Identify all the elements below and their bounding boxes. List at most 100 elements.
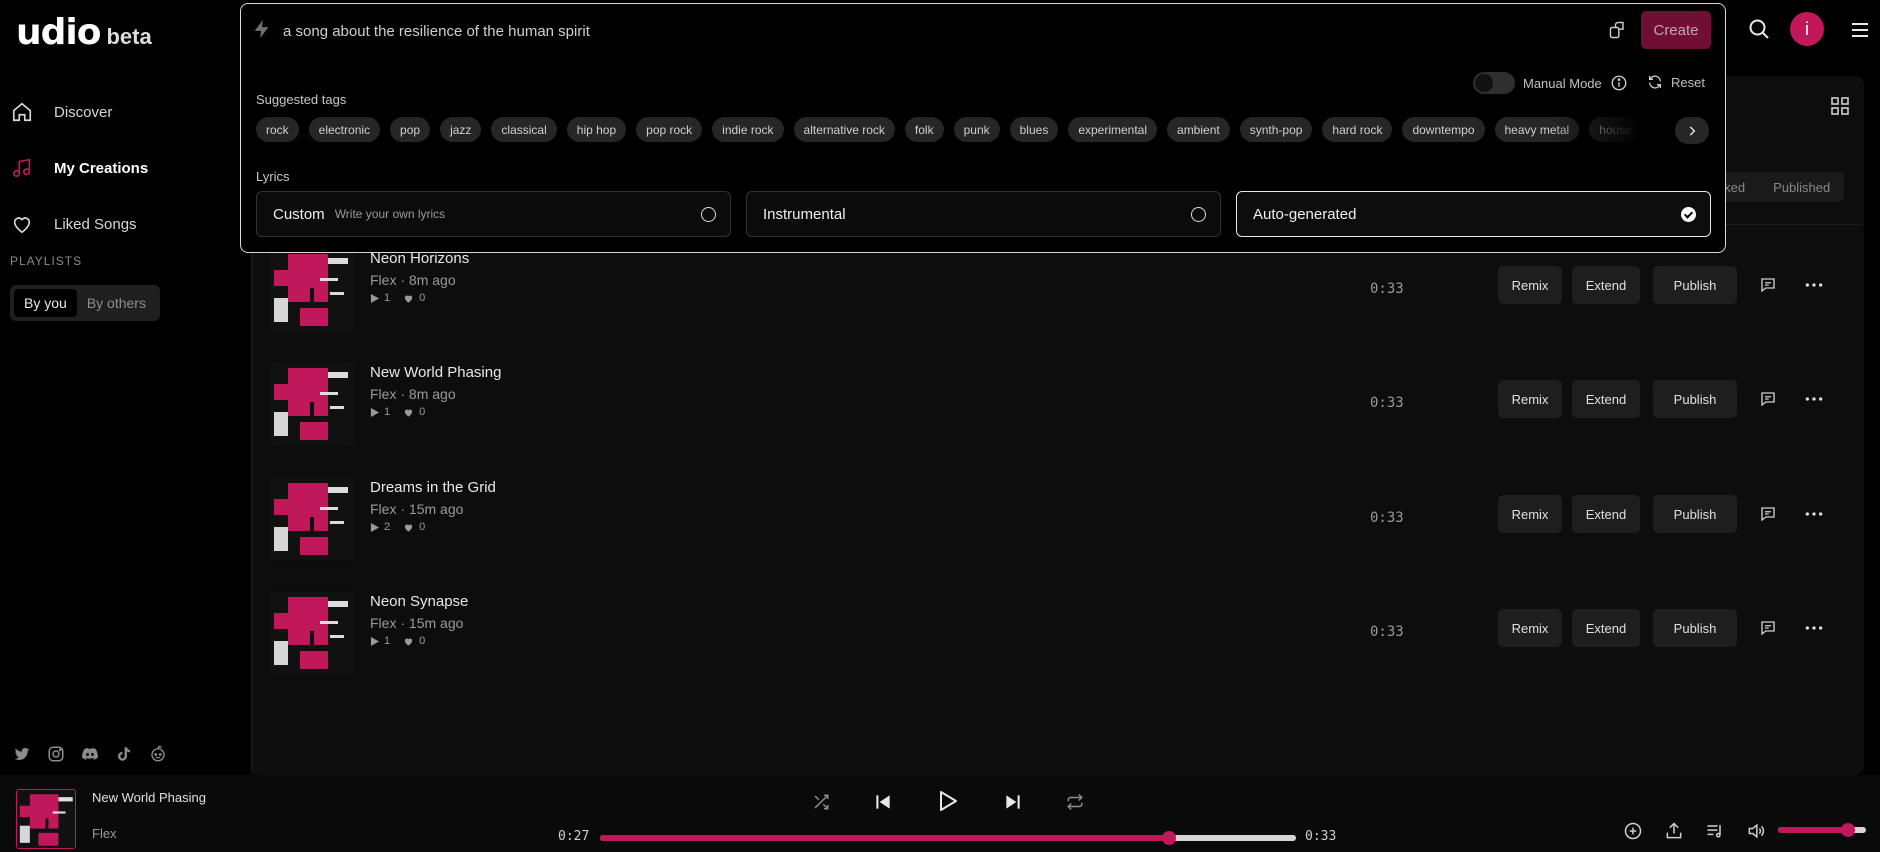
song-artwork[interactable] (270, 477, 354, 561)
song-row[interactable]: Dreams in the Grid Flex · 15m ago 2 0 0:33 Re… (270, 477, 1850, 563)
tag-chip[interactable]: downtempo (1402, 117, 1485, 142)
tag-chip[interactable]: punk (953, 117, 1000, 142)
share-icon[interactable] (1663, 820, 1685, 842)
song-artist[interactable]: Flex (370, 272, 396, 288)
sidebar-item-liked-songs[interactable]: Liked Songs (10, 196, 230, 252)
tag-chip[interactable]: electronic (308, 117, 381, 142)
song-title[interactable]: Neon Synapse (370, 593, 468, 610)
volume-slider[interactable] (1778, 823, 1866, 837)
more-options-icon[interactable] (1804, 504, 1824, 524)
sidebar-item-my-creations[interactable]: My Creations (10, 140, 230, 196)
udio-logo[interactable]: udio beta (16, 12, 152, 53)
song-artwork[interactable] (270, 591, 354, 675)
song-meta: Flex · 15m ago (370, 615, 463, 631)
now-playing-artwork[interactable] (16, 789, 76, 849)
volume-icon[interactable] (1745, 820, 1767, 842)
prompt-input[interactable]: a song about the resilience of the human… (283, 23, 590, 40)
song-row[interactable]: Neon Horizons Flex · 8m ago 1 0 0:33 Remix Ext… (270, 248, 1850, 334)
extend-button[interactable]: Extend (1572, 495, 1640, 533)
publish-button[interactable]: Publish (1653, 495, 1737, 533)
grid-view-icon[interactable] (1830, 96, 1850, 121)
search-icon[interactable] (1747, 17, 1771, 46)
tab-by-you[interactable]: By you (14, 289, 77, 317)
tag-chip[interactable]: pop (390, 117, 431, 142)
more-options-icon[interactable] (1804, 618, 1824, 638)
info-icon[interactable] (1610, 74, 1628, 92)
tag-chip[interactable]: synth-pop (1239, 117, 1313, 142)
radio-button[interactable] (701, 207, 716, 222)
tag-chip[interactable]: alternative rock (793, 117, 895, 142)
tab-by-others[interactable]: By others (77, 289, 156, 317)
tag-chip[interactable]: classical (491, 117, 557, 142)
song-artist[interactable]: Flex (370, 615, 396, 631)
play-icon[interactable] (935, 789, 959, 813)
remix-button[interactable]: Remix (1498, 495, 1562, 533)
song-artwork[interactable] (270, 248, 354, 332)
tab-published[interactable]: Published (1759, 172, 1844, 202)
remix-button[interactable]: Remix (1498, 266, 1562, 304)
song-artwork[interactable] (270, 362, 354, 446)
radio-button[interactable] (1191, 207, 1206, 222)
song-row[interactable]: New World Phasing Flex · 8m ago 1 0 0:33 Remi… (270, 362, 1850, 448)
discord-icon[interactable] (80, 744, 100, 764)
manual-mode-switch[interactable] (1473, 72, 1515, 94)
tiktok-icon[interactable] (114, 744, 134, 764)
progress-slider[interactable] (600, 831, 1296, 845)
queue-icon[interactable] (1704, 820, 1726, 842)
add-circle-icon[interactable] (1622, 820, 1644, 842)
tag-chip[interactable]: pop rock (636, 117, 703, 142)
remix-button[interactable]: Remix (1498, 380, 1562, 418)
song-row[interactable]: Neon Synapse Flex · 15m ago 1 0 0:33 Remix Ext… (270, 591, 1850, 677)
song-title[interactable]: New World Phasing (370, 364, 501, 381)
tag-chip[interactable]: indie rock (712, 117, 784, 142)
publish-button[interactable]: Publish (1653, 609, 1737, 647)
now-playing-title[interactable]: New World Phasing (92, 790, 206, 805)
tag-chip[interactable]: blues (1009, 117, 1059, 142)
tag-chip[interactable]: rock (256, 117, 299, 142)
comment-icon[interactable] (1758, 504, 1778, 524)
comment-icon[interactable] (1758, 389, 1778, 409)
reddit-icon[interactable] (148, 744, 168, 764)
volume-handle[interactable] (1841, 823, 1856, 837)
song-title[interactable]: Dreams in the Grid (370, 479, 496, 496)
song-artist[interactable]: Flex (370, 386, 396, 402)
repeat-icon[interactable] (1066, 793, 1084, 811)
previous-track-icon[interactable] (873, 792, 893, 812)
attach-clip-icon[interactable] (1608, 20, 1628, 45)
tag-chip[interactable]: hard rock (1322, 117, 1393, 142)
tag-chip[interactable]: hip hop (566, 117, 627, 142)
hamburger-menu-icon[interactable] (1850, 20, 1870, 45)
song-age: 8m ago (408, 272, 456, 288)
manual-mode-toggle[interactable]: Manual Mode (1473, 72, 1628, 94)
instagram-icon[interactable] (46, 744, 66, 764)
lyrics-option-auto-generated[interactable]: Auto-generated (1236, 191, 1711, 237)
extend-button[interactable]: Extend (1572, 609, 1640, 647)
lyrics-option-custom[interactable]: Custom Write your own lyrics (256, 191, 731, 237)
twitter-icon[interactable] (12, 744, 32, 764)
reset-button[interactable]: Reset (1647, 74, 1705, 90)
user-avatar[interactable]: i (1790, 12, 1824, 46)
shuffle-icon[interactable] (812, 793, 830, 811)
tags-scroll-next[interactable] (1675, 117, 1709, 144)
song-artist[interactable]: Flex (370, 501, 396, 517)
create-button[interactable]: Create (1641, 11, 1711, 49)
more-options-icon[interactable] (1804, 389, 1824, 409)
tag-chip[interactable]: folk (904, 117, 944, 142)
tag-chip[interactable]: jazz (440, 117, 482, 142)
sidebar-item-discover[interactable]: Discover (10, 84, 230, 140)
more-options-icon[interactable] (1804, 275, 1824, 295)
comment-icon[interactable] (1758, 618, 1778, 638)
publish-button[interactable]: Publish (1653, 266, 1737, 304)
tag-chip[interactable]: experimental (1068, 117, 1158, 142)
next-track-icon[interactable] (1003, 792, 1023, 812)
comment-icon[interactable] (1758, 275, 1778, 295)
tag-chip[interactable]: ambient (1167, 117, 1230, 142)
lyrics-option-instrumental[interactable]: Instrumental (746, 191, 1221, 237)
now-playing-artist[interactable]: Flex (92, 826, 117, 841)
extend-button[interactable]: Extend (1572, 380, 1640, 418)
radio-button-checked[interactable] (1681, 207, 1696, 222)
extend-button[interactable]: Extend (1572, 266, 1640, 304)
progress-handle[interactable] (1162, 831, 1177, 845)
publish-button[interactable]: Publish (1653, 380, 1737, 418)
remix-button[interactable]: Remix (1498, 609, 1562, 647)
